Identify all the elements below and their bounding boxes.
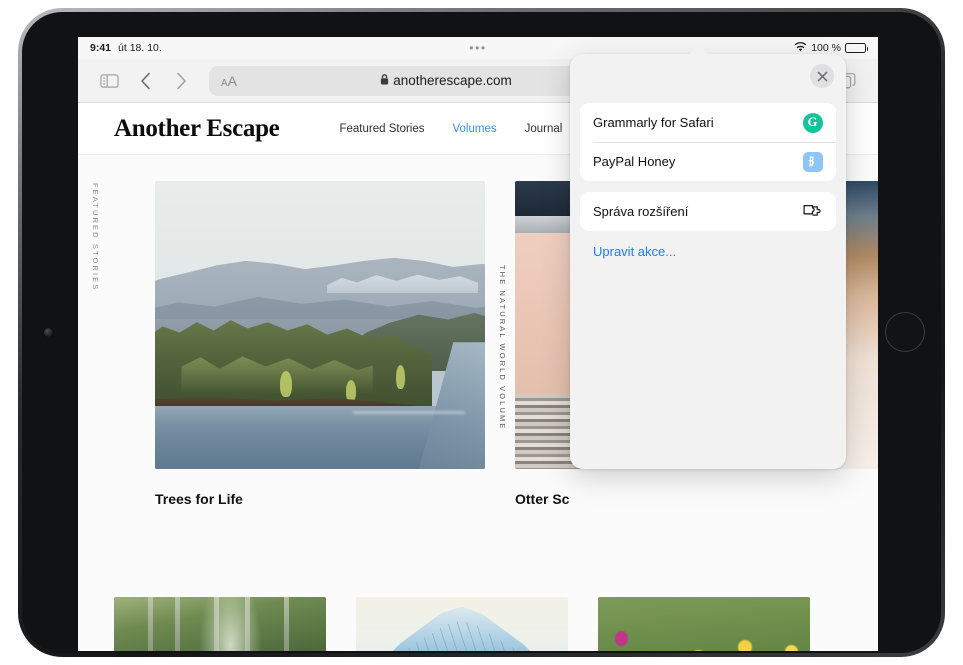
device-bezel: 9:41 út 18. 10. ••• 100 % xyxy=(22,12,941,653)
edit-actions-link[interactable]: Upravit akce... xyxy=(580,242,836,261)
site-logo[interactable]: Another Escape xyxy=(114,115,279,143)
menu-group-extensions: Grammarly for Safari G PayPal Honey xyxy=(580,103,836,181)
battery-percent: 100 % xyxy=(811,42,841,54)
sidebar-toggle-icon[interactable] xyxy=(92,66,126,96)
status-bar-right: 100 % xyxy=(794,42,866,55)
story-photo-landscape[interactable] xyxy=(155,181,485,469)
screen: 9:41 út 18. 10. ••• 100 % xyxy=(78,37,878,651)
popover-arrow xyxy=(688,45,710,55)
back-button[interactable] xyxy=(128,66,162,96)
thumbnail-mountain-illustration[interactable] xyxy=(356,597,568,651)
menu-item-manage-extensions[interactable]: Správa rozšíření xyxy=(580,192,836,231)
nav-item-journal[interactable]: Journal xyxy=(525,123,563,135)
popover-menu-groups: Grammarly for Safari G PayPal Honey xyxy=(570,54,846,261)
thumbnail-forest[interactable] xyxy=(114,597,326,651)
wifi-icon xyxy=(794,42,807,55)
close-icon[interactable] xyxy=(810,64,834,88)
story-card-trees[interactable]: THE NATURAL WORLD VOLUME Trees for Life xyxy=(155,181,485,507)
menu-group-manage: Správa rozšíření xyxy=(580,192,836,231)
battery-icon xyxy=(845,43,866,53)
menu-item-paypal-honey[interactable]: PayPal Honey xyxy=(580,142,836,181)
bottom-thumbnail-strip xyxy=(78,585,878,651)
paypal-honey-icon xyxy=(802,151,823,172)
status-time: 9:41 xyxy=(90,42,111,54)
status-date: út 18. 10. xyxy=(118,42,162,54)
ipad-device-frame: 9:41 út 18. 10. ••• 100 % xyxy=(18,8,945,657)
menu-item-grammarly[interactable]: Grammarly for Safari G xyxy=(580,103,836,142)
puzzle-piece-icon xyxy=(802,201,823,222)
story-title[interactable]: Trees for Life xyxy=(155,491,485,507)
home-button[interactable] xyxy=(885,312,925,352)
rail-side-label: FEATURED STORIES xyxy=(91,183,100,291)
multitasking-handle[interactable]: ••• xyxy=(469,42,486,54)
menu-item-label: PayPal Honey xyxy=(593,154,792,169)
menu-item-label: Správa rozšíření xyxy=(593,204,792,219)
thumbnail-flowers[interactable] xyxy=(598,597,810,651)
forward-button[interactable] xyxy=(164,66,198,96)
site-nav: Featured Stories Volumes Journal xyxy=(339,123,562,135)
nav-item-featured-stories[interactable]: Featured Stories xyxy=(339,123,424,135)
extensions-popover: Grammarly for Safari G PayPal Honey xyxy=(570,54,846,469)
grammarly-icon: G xyxy=(802,112,823,133)
story-title[interactable]: Otter Sc xyxy=(515,491,745,507)
menu-item-label: Grammarly for Safari xyxy=(593,115,792,130)
nav-item-volumes[interactable]: Volumes xyxy=(453,123,497,135)
text-size-button[interactable]: AA xyxy=(217,73,241,89)
front-camera-icon xyxy=(44,328,53,337)
status-bar-left: 9:41 út 18. 10. xyxy=(90,42,162,54)
story-volume-label: THE NATURAL WORLD VOLUME xyxy=(498,265,507,430)
lock-icon xyxy=(380,73,389,88)
url-text: anotherescape.com xyxy=(393,73,512,88)
